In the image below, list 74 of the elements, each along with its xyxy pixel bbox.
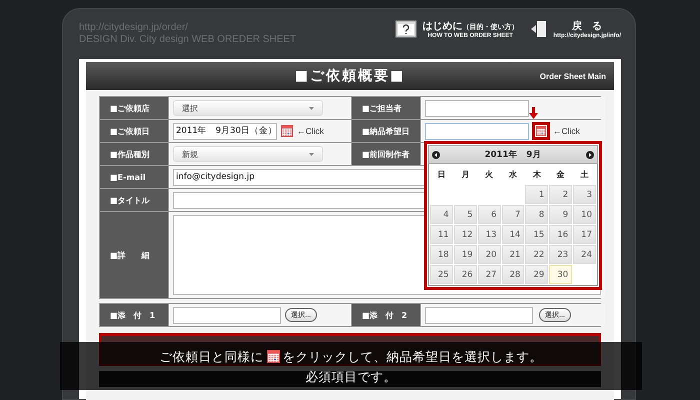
calendar-icon (536, 126, 546, 136)
calendar-day[interactable]: 24 (573, 245, 596, 264)
caret-icon (309, 152, 314, 156)
calendar-day[interactable]: 16 (549, 225, 572, 244)
field-label: ■詳 細 (100, 212, 168, 298)
calendar-day[interactable]: 1 (525, 185, 548, 204)
field-label: ■ご依頼店 (100, 97, 168, 119)
calendar-day[interactable]: 14 (502, 225, 524, 244)
calendar-day[interactable]: 11 (430, 225, 453, 244)
calendar-icon (266, 350, 280, 362)
calendar-month: 2011年 9月 (484, 148, 542, 160)
calendar-day[interactable]: 18 (430, 245, 453, 264)
delivery-date-field[interactable] (425, 122, 529, 140)
person-field[interactable] (425, 100, 529, 116)
calendar-day[interactable]: 2 (549, 185, 572, 204)
field-label: ■納品希望日 (352, 120, 420, 142)
calendar-day[interactable]: 26 (454, 265, 477, 284)
caption-text: をクリックして、納品希望日を選択します。 (282, 348, 542, 364)
calendar-day[interactable]: 21 (502, 245, 524, 264)
weekday-label: 月 (460, 169, 470, 181)
field-label: ■添 付 2 (352, 304, 420, 326)
down-arrow-icon (529, 107, 538, 119)
weekday-label: 日 (436, 169, 446, 181)
door-icon (530, 19, 548, 39)
calendar-day[interactable]: 8 (525, 205, 548, 224)
calendar-day[interactable]: 30 (549, 265, 572, 284)
calendar-day[interactable]: 29 (525, 265, 548, 284)
calendar-day[interactable]: 27 (478, 265, 501, 284)
caption-text: 必須項目です。 (306, 368, 396, 384)
field-label: ■添 付 1 (100, 304, 168, 326)
shop-select[interactable]: 選択 (173, 100, 323, 116)
calendar-day[interactable]: 10 (573, 205, 596, 224)
click-hint: ←Click (553, 126, 580, 136)
field-label: ■ご担当者 (352, 97, 420, 119)
field-label: ■タイトル (100, 189, 168, 211)
field-label: ■作品種別 (100, 143, 168, 165)
calendar-day[interactable]: 7 (502, 205, 524, 224)
question-icon (395, 19, 418, 39)
field-label: ■E-mail (100, 166, 168, 188)
calendar-day[interactable]: 12 (454, 225, 477, 244)
calendar-day[interactable]: 13 (478, 225, 501, 244)
previous-month-button[interactable] (432, 150, 440, 158)
attachment-field[interactable] (173, 306, 281, 324)
calendar-day[interactable]: 4 (430, 205, 453, 224)
calendar-day[interactable]: 5 (454, 205, 477, 224)
work-type-select[interactable]: 新規 (173, 146, 323, 162)
caption-text: ご依頼日と同様に (160, 348, 264, 364)
next-month-button[interactable] (586, 150, 594, 158)
calendar-day[interactable]: 20 (478, 245, 501, 264)
calendar-day[interactable]: 25 (430, 265, 453, 284)
sheet-title: ■ご依頼概要■ (294, 67, 406, 85)
calendar-day[interactable]: 6 (478, 205, 501, 224)
request-date-field[interactable]: 2011年 9月30日（金） (173, 122, 277, 140)
calendar-day[interactable]: 23 (549, 245, 572, 264)
weekday-label: 金 (556, 169, 566, 181)
weekday-label: 火 (484, 169, 494, 181)
calendar-day[interactable]: 22 (525, 245, 548, 264)
caret-icon (309, 106, 314, 110)
calendar-icon (281, 125, 293, 137)
attachment-field[interactable] (425, 306, 533, 324)
calendar-day[interactable]: 3 (573, 185, 596, 204)
calendar-day[interactable]: 15 (525, 225, 548, 244)
calendar-day[interactable]: 28 (502, 265, 524, 284)
weekday-label: 木 (532, 169, 542, 181)
weekday-label: 土 (580, 169, 590, 181)
calendar-button[interactable] (280, 124, 294, 138)
calendar-day[interactable]: 17 (573, 225, 596, 244)
calendar-day[interactable]: 9 (549, 205, 572, 224)
field-label: ■ご依頼日 (100, 120, 168, 142)
click-hint: ←Click (297, 126, 324, 136)
weekday-label: 水 (508, 169, 518, 181)
sheet-tag: Order Sheet Main (540, 72, 606, 80)
field-label: ■前回制作者 (352, 143, 420, 165)
calendar-day[interactable]: 19 (454, 245, 477, 264)
